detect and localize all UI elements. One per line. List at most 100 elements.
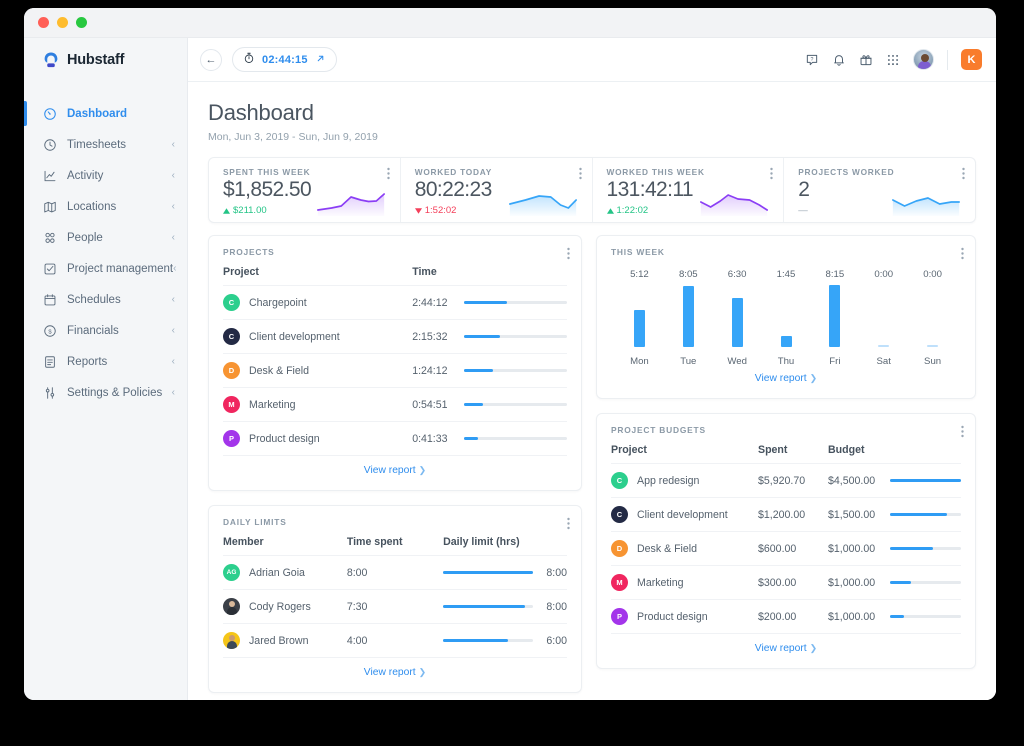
view-report-link[interactable]: View report ❯ bbox=[223, 455, 567, 482]
chart-column-wed[interactable]: 6:30 Wed bbox=[713, 269, 762, 367]
window-minimize-button[interactable] bbox=[57, 17, 68, 28]
sidebar-item-locations[interactable]: Locations ‹ bbox=[24, 191, 187, 222]
sidebar-item-financials[interactable]: $ Financials ‹ bbox=[24, 315, 187, 346]
people-icon bbox=[42, 230, 57, 245]
table-row[interactable]: P Product design 0:41:33 bbox=[223, 421, 567, 456]
window-close-button[interactable] bbox=[38, 17, 49, 28]
project-time: 1:24:12 bbox=[412, 364, 448, 377]
table-row[interactable]: C Client development $1,200.00 $1,500.00 bbox=[611, 497, 961, 532]
chart-x-label: Tue bbox=[680, 356, 697, 367]
triangle-up-icon bbox=[223, 207, 230, 214]
kpi-summary-row: SPENT THIS WEEK $1,852.50 $211.00 WORKED… bbox=[208, 157, 976, 223]
progress-bar bbox=[443, 604, 533, 609]
chart-value-label: 5:12 bbox=[630, 269, 649, 280]
kpi-worked-today: WORKED TODAY 80:22:23 1:52:02 bbox=[401, 158, 593, 222]
table-row[interactable]: C Client development 2:15:32 bbox=[223, 319, 567, 354]
project-avatar: P bbox=[611, 608, 628, 625]
project-name: Desk & Field bbox=[637, 542, 698, 555]
chart-column-tue[interactable]: 8:05 Tue bbox=[664, 269, 713, 367]
progress-bar bbox=[464, 436, 567, 441]
this-week-bar-chart: 5:12 Mon 8:05 Tue 6:30 Wed 1:45 Thu 8:15… bbox=[611, 257, 961, 369]
table-row[interactable]: C App redesign $5,920.70 $4,500.00 bbox=[611, 463, 961, 498]
window-maximize-button[interactable] bbox=[76, 17, 87, 28]
timer-widget[interactable]: 02:44:15 bbox=[232, 47, 337, 72]
project-name: Desk & Field bbox=[249, 364, 310, 377]
kebab-menu-icon[interactable] bbox=[770, 167, 773, 180]
table-row[interactable]: M Marketing 0:54:51 bbox=[223, 387, 567, 422]
sidebar-item-settings-policies[interactable]: Settings & Policies ‹ bbox=[24, 377, 187, 408]
project-budgets-table: Project Spent Budget C App redesign $5,92… bbox=[611, 435, 961, 633]
project-avatar: C bbox=[223, 328, 240, 345]
kebab-menu-icon[interactable] bbox=[578, 167, 582, 180]
card-title: DAILY LIMITS bbox=[223, 517, 287, 527]
account-badge[interactable]: K bbox=[961, 49, 982, 70]
user-avatar[interactable] bbox=[913, 49, 934, 70]
kpi-delta-value: 1:22:02 bbox=[616, 205, 649, 217]
sidebar-item-reports[interactable]: Reports ‹ bbox=[24, 346, 187, 377]
progress-bar bbox=[890, 546, 961, 551]
chart-x-label: Sat bbox=[876, 356, 891, 367]
table-row[interactable]: Jared Brown 4:00 6:00 bbox=[223, 623, 567, 658]
gift-icon[interactable] bbox=[859, 53, 873, 67]
sidebar-item-timesheets[interactable]: Timesheets ‹ bbox=[24, 129, 187, 160]
chart-value-label: 8:05 bbox=[678, 269, 698, 280]
table-row[interactable]: AG Adrian Goia 8:00 8:00 bbox=[223, 555, 567, 590]
table-row[interactable]: M Marketing $300.00 $1,000.00 bbox=[611, 565, 961, 600]
chart-column-thu[interactable]: 1:45 Thu bbox=[762, 269, 811, 367]
stopwatch-icon bbox=[243, 51, 255, 69]
sidebar-item-project-management[interactable]: Project management ‹ bbox=[24, 253, 187, 284]
map-icon bbox=[42, 199, 57, 214]
kebab-menu-icon[interactable] bbox=[961, 247, 964, 260]
kebab-menu-icon[interactable] bbox=[961, 425, 964, 438]
chart-bar bbox=[633, 310, 645, 347]
chart-value-label: 0:00 bbox=[923, 269, 942, 280]
view-report-link[interactable]: View report ❯ bbox=[611, 369, 961, 390]
kpi-label: WORKED TODAY bbox=[414, 167, 492, 177]
project-name: Marketing bbox=[637, 576, 684, 589]
chart-column-sun[interactable]: 0:00 Sun bbox=[908, 269, 957, 367]
help-icon[interactable]: ? bbox=[805, 53, 819, 67]
sidebar-nav: Dashboard Timesheets ‹ Activity ‹ Locati… bbox=[24, 98, 187, 408]
kpi-label: PROJECTS WORKED bbox=[798, 167, 895, 177]
kebab-menu-icon[interactable] bbox=[387, 167, 390, 180]
table-row[interactable]: Cody Rogers 7:30 8:00 bbox=[223, 589, 567, 624]
chart-column-sat[interactable]: 0:00 Sat bbox=[859, 269, 908, 367]
kebab-menu-icon[interactable] bbox=[962, 167, 965, 180]
sidebar-item-people[interactable]: People ‹ bbox=[24, 222, 187, 253]
daily-limit-value: 6:00 bbox=[546, 634, 567, 647]
view-report-link[interactable]: View report ❯ bbox=[223, 657, 567, 684]
column-header-project: Project bbox=[223, 257, 413, 286]
arrow-out-icon[interactable] bbox=[315, 51, 326, 69]
clock-icon bbox=[42, 137, 57, 152]
chart-column-mon[interactable]: 5:12 Mon bbox=[615, 269, 664, 367]
chevron-right-icon: ❯ bbox=[418, 667, 427, 677]
table-row[interactable]: P Product design $200.00 $1,000.00 bbox=[611, 599, 961, 634]
sidebar-item-activity[interactable]: Activity ‹ bbox=[24, 160, 187, 191]
sidebar-item-schedules[interactable]: Schedules ‹ bbox=[24, 284, 187, 315]
chart-x-label: Thu bbox=[777, 356, 795, 367]
column-header-spent: Spent bbox=[758, 435, 828, 464]
sidebar-item-dashboard[interactable]: Dashboard bbox=[24, 98, 187, 129]
chart-value-label: 8:15 bbox=[825, 269, 845, 280]
table-row[interactable]: C Chargepoint 2:44:12 bbox=[223, 285, 567, 320]
brand-logo-area[interactable]: Hubstaff bbox=[24, 38, 187, 82]
apps-grid-icon[interactable] bbox=[886, 53, 900, 67]
view-report-label: View report bbox=[363, 465, 416, 476]
view-report-link[interactable]: View report ❯ bbox=[611, 633, 961, 660]
table-row[interactable]: D Desk & Field $600.00 $1,000.00 bbox=[611, 531, 961, 566]
back-button[interactable]: ← bbox=[200, 48, 222, 71]
kebab-menu-icon[interactable] bbox=[567, 247, 570, 260]
kpi-label: SPENT THIS WEEK bbox=[223, 167, 311, 177]
sidebar-item-label: Locations bbox=[67, 200, 117, 213]
spent-value: $600.00 bbox=[758, 542, 797, 555]
project-time: 2:15:32 bbox=[412, 330, 448, 343]
chevron-left-icon: ‹ bbox=[171, 325, 175, 336]
table-row[interactable]: D Desk & Field 1:24:12 bbox=[223, 353, 567, 388]
daily-limits-table: Member Time spent Daily limit (hrs) AG Ad… bbox=[223, 527, 567, 657]
bell-icon[interactable] bbox=[832, 53, 846, 67]
project-name: Product design bbox=[637, 610, 708, 623]
chart-column-fri[interactable]: 8:15 Fri bbox=[810, 269, 859, 367]
kebab-menu-icon[interactable] bbox=[567, 517, 570, 530]
spent-value: $200.00 bbox=[758, 610, 797, 623]
kpi-delta-value: — bbox=[798, 205, 808, 217]
